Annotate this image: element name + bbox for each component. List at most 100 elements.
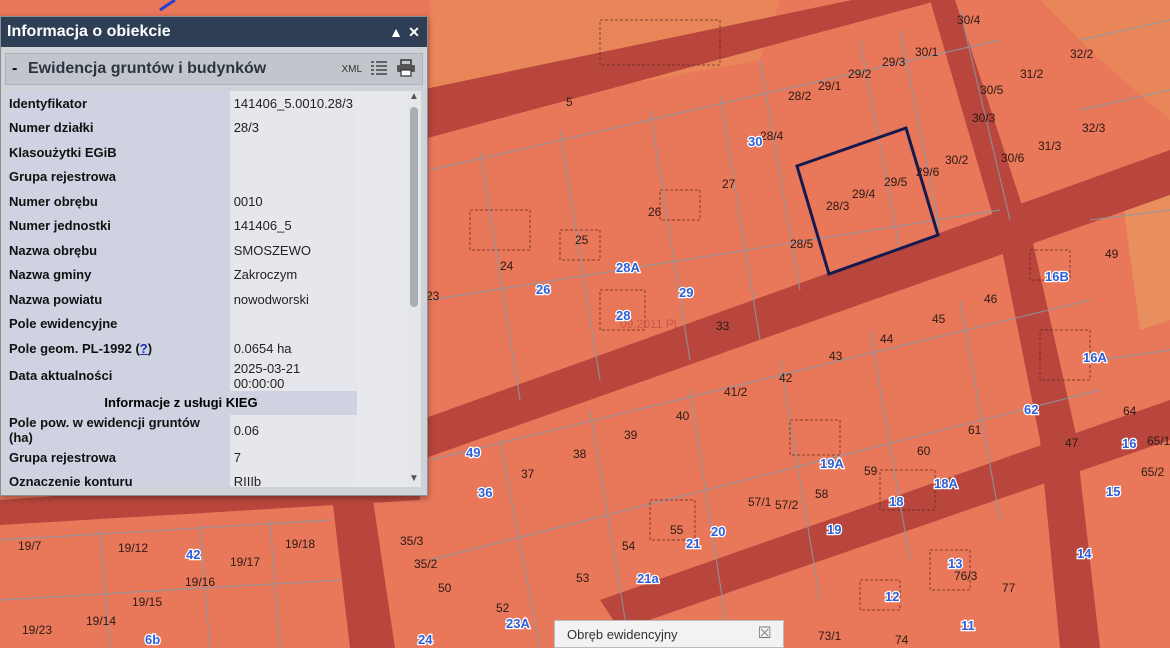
table-row: Pole geom. PL-1992 (?) 0.0654 ha	[5, 336, 357, 361]
parcel-number-label: 29/2	[848, 67, 872, 81]
xml-export-button[interactable]: XML	[341, 64, 362, 75]
address-number-label: 16	[1122, 436, 1136, 451]
address-number-label: 21	[686, 536, 700, 551]
parcel-number-label: 28/3	[826, 199, 850, 213]
parcel-number-label: 29/6	[916, 165, 940, 179]
parcel-number-label: 46	[984, 292, 998, 306]
parcel-number-label: 19/18	[285, 537, 315, 551]
row-key: Pole geom. PL-1992 (?)	[5, 336, 230, 361]
parcel-number-label: 28/2	[788, 89, 812, 103]
parcel-number-label: 29/1	[818, 79, 842, 93]
row-key: Pole ewidencyjne	[5, 311, 230, 336]
parcel-number-label: 37	[521, 467, 535, 481]
parcel-number-label: 30/5	[980, 83, 1004, 97]
address-number-label: 30	[748, 134, 762, 149]
parcel-number-label: 47	[1065, 436, 1079, 450]
row-key-label: Oznaczenie konturu	[9, 474, 133, 487]
row-key: Nazwa obrębu	[5, 238, 230, 263]
table-row: Grupa rejestrowa 7	[5, 445, 357, 470]
scroll-down-icon[interactable]: ▼	[407, 473, 421, 487]
list-icon[interactable]	[370, 60, 388, 79]
address-number-label: 36	[478, 485, 492, 500]
row-value: SMOSZEWO	[229, 238, 357, 263]
table-row: Numer działki 28/3	[5, 115, 357, 140]
address-number-label: 29	[679, 285, 693, 300]
parcel-number-label: 33	[716, 319, 730, 333]
table-row: Nazwa powiatu nowodworski	[5, 287, 357, 312]
address-number-label: 62	[1024, 402, 1038, 417]
table-row: Nazwa obrębu SMOSZEWO	[5, 238, 357, 263]
row-value: 0.0654 ha	[229, 336, 357, 361]
address-number-label: 20	[711, 524, 725, 539]
row-value: 2025-03-21 00:00:00	[229, 360, 357, 391]
parcel-number-label: 35/2	[414, 557, 438, 571]
minimize-icon[interactable]: ▲	[389, 24, 403, 40]
parcel-number-label: 76/3	[954, 569, 978, 583]
parcel-number-label: 61	[968, 423, 982, 437]
table-row: Klasoużytki EGiB	[5, 140, 357, 165]
parcel-number-label: 42	[779, 371, 793, 385]
parcel-number-label: 73/1	[818, 629, 842, 643]
address-number-label: 16B	[1045, 269, 1069, 284]
close-icon[interactable]: ✕	[407, 24, 421, 41]
scroll-thumb[interactable]	[410, 107, 418, 307]
address-number-label: 26	[536, 282, 550, 297]
row-key-label: Klasoużytki EGiB	[9, 144, 117, 160]
table-row: Pole ewidencyjne	[5, 311, 357, 336]
row-value: 0010	[229, 189, 357, 214]
row-value: 0.06	[229, 415, 357, 445]
section-header[interactable]: - Ewidencja gruntów i budynków XML	[5, 53, 423, 85]
row-key-label: Numer jednostki	[9, 218, 111, 234]
parcel-number-label: 30/4	[957, 13, 981, 27]
row-key-label: Numer działki	[9, 120, 94, 136]
row-key-label: Identyfikator	[9, 95, 88, 111]
address-number-label: 24	[418, 632, 433, 647]
attribute-table: Identyfikator 141406_5.0010.28/3 Numer dzi…	[5, 91, 357, 487]
parcel-number-label: 19/17	[230, 555, 260, 569]
scroll-up-icon[interactable]: ▲	[407, 91, 421, 105]
row-key-label: Pole geom. PL-1992	[9, 340, 132, 356]
parcel-number-label: 38	[573, 447, 587, 461]
scrollbar[interactable]: ▲ ▼	[407, 91, 421, 487]
row-key: Klasoużytki EGiB	[5, 140, 230, 165]
help-link[interactable]: ?	[140, 341, 148, 356]
parcel-number-label: 41/2	[724, 385, 748, 399]
parcel-number-label: 32/3	[1082, 121, 1106, 135]
parcel-number-label: 30/2	[945, 153, 969, 167]
table-row: Numer obrębu 0010	[5, 189, 357, 214]
parcel-number-label: 28/4	[760, 129, 784, 143]
collapse-icon[interactable]: -	[12, 60, 28, 78]
parcel-number-label: 52	[496, 601, 510, 615]
address-number-label: 18	[889, 494, 903, 509]
parcel-number-label: 25	[575, 233, 589, 247]
parcel-number-label: 19/15	[132, 595, 162, 609]
row-value: Zakroczym	[229, 262, 357, 287]
parcel-number-label: 43	[829, 349, 843, 363]
parcel-number-label: 77	[1002, 581, 1016, 595]
row-value: nowodworski	[229, 287, 357, 312]
row-key-label: Nazwa powiatu	[9, 291, 103, 307]
parcel-number-label: 30/3	[972, 111, 996, 125]
row-value: 141406_5.0010.28/3	[229, 91, 357, 116]
parcel-number-label: 29/4	[852, 187, 876, 201]
parcel-number-label: 23	[426, 289, 440, 303]
parcel-number-label: 19/14	[86, 614, 116, 628]
row-value: 7	[229, 445, 357, 470]
print-icon[interactable]	[396, 58, 416, 80]
address-number-label: 49	[466, 445, 480, 460]
tooltip-close-icon[interactable]: ⮽	[758, 625, 771, 643]
row-key: Oznaczenie konturu	[5, 469, 230, 487]
attribute-table-container[interactable]: Identyfikator 141406_5.0010.28/3 Numer dzi…	[5, 91, 407, 487]
panel-header[interactable]: Informacja o obiekcie ▲ ✕	[1, 17, 427, 47]
parcel-number-label: 35/3	[400, 534, 424, 548]
parcel-number-label: 29/3	[882, 55, 906, 69]
parcel-number-label: 44	[880, 332, 894, 346]
parcel-number-label: 59	[864, 464, 878, 478]
row-key-label: Pole ewidencyjne	[9, 316, 118, 332]
table-row: Numer jednostki 141406_5	[5, 213, 357, 238]
row-key-label: Grupa rejestrowa	[9, 449, 116, 465]
table-row: Data aktualności 2025-03-21 00:00:00	[5, 360, 357, 391]
row-value	[229, 164, 357, 189]
section-title: Ewidencja gruntów i budynków	[28, 60, 267, 77]
parcel-number-label: 45	[932, 312, 946, 326]
